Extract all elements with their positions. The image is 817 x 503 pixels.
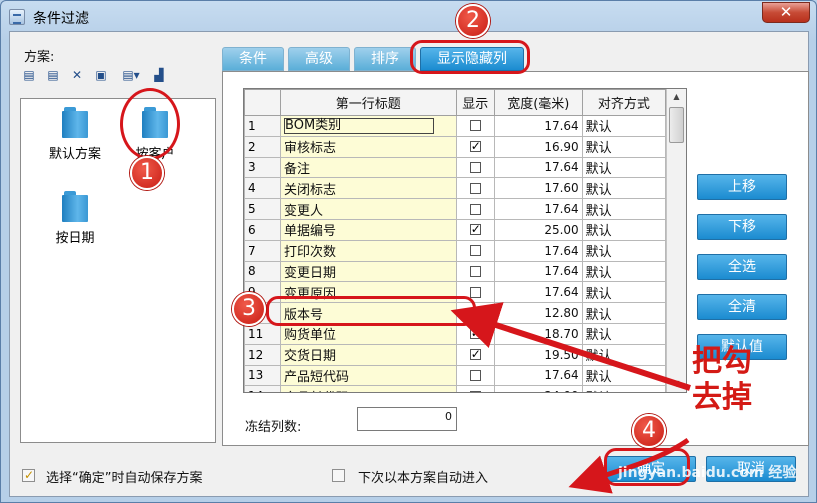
- watermark: jingyan.baidu.com 经验: [618, 465, 797, 481]
- annotation-arrows: [450, 302, 691, 494]
- annotation-note-line1: 把勾: [692, 344, 752, 379]
- annotation-note-line2: 去掉: [692, 380, 752, 415]
- annotation-note: 把勾 去掉: [692, 344, 752, 416]
- arrow-to-checkbox: [450, 302, 691, 391]
